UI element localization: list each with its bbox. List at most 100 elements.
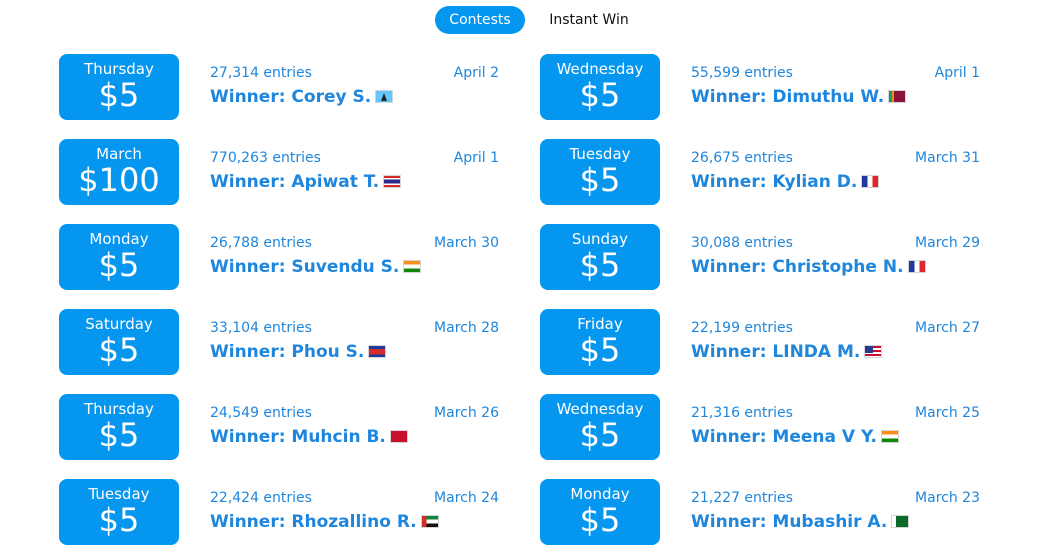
contest-prize-badge[interactable]: Thursday $5 bbox=[59, 394, 179, 460]
country-flag-icon bbox=[389, 430, 408, 443]
contest-prize-badge[interactable]: Thursday $5 bbox=[59, 54, 179, 120]
winner-link[interactable]: Winner: Corey S. bbox=[210, 86, 394, 108]
entries-count: 26,788 entries bbox=[210, 235, 312, 251]
winner-name: Winner: Phou S. bbox=[210, 342, 365, 362]
country-flag-icon bbox=[420, 515, 439, 528]
winner-link[interactable]: Winner: Meena V Y. bbox=[691, 426, 899, 448]
contest-row: Monday $5 26,788 entries March 30 Winner: Su… bbox=[0, 224, 1045, 290]
contest-card[interactable]: Thursday $5 24,549 entries March 26 Winner: … bbox=[59, 394, 501, 460]
contest-card[interactable]: March $100 770,263 entries April 1 Winner: A… bbox=[59, 139, 501, 205]
entries-count: 21,227 entries bbox=[691, 490, 793, 506]
country-flag-icon bbox=[368, 345, 387, 358]
winner-name: Winner: Kylian D. bbox=[691, 172, 858, 192]
contest-prize-badge[interactable]: March $100 bbox=[59, 139, 179, 205]
entries-count: 24,549 entries bbox=[210, 405, 312, 421]
winner-name: Winner: Dimuthu W. bbox=[691, 87, 885, 107]
contest-prize-amount: $5 bbox=[98, 501, 140, 539]
country-flag-icon bbox=[891, 515, 910, 528]
winner-link[interactable]: Winner: Apiwat T. bbox=[210, 171, 402, 193]
contest-date: April 1 bbox=[934, 65, 980, 81]
contest-row: Thursday $5 27,314 entries April 2 Winner: C… bbox=[0, 54, 1045, 120]
contest-date: March 30 bbox=[434, 235, 499, 251]
contest-card[interactable]: Saturday $5 33,104 entries March 28 Winner: … bbox=[59, 309, 501, 375]
contest-card[interactable]: Tuesday $5 26,675 entries March 31 Winner: K… bbox=[540, 139, 982, 205]
winner-name: Winner: Christophe N. bbox=[691, 257, 904, 277]
contest-prize-badge[interactable]: Friday $5 bbox=[540, 309, 660, 375]
winner-name: Winner: Apiwat T. bbox=[210, 172, 380, 192]
country-flag-icon bbox=[907, 260, 926, 273]
contest-card[interactable]: Thursday $5 27,314 entries April 2 Winner: C… bbox=[59, 54, 501, 120]
contest-prize-amount: $5 bbox=[98, 76, 140, 114]
winner-name: Winner: Corey S. bbox=[210, 87, 372, 107]
tab-bar: Contests Instant Win bbox=[0, 6, 1045, 34]
contest-prize-badge[interactable]: Monday $5 bbox=[540, 479, 660, 545]
winner-link[interactable]: Winner: LINDA M. bbox=[691, 341, 883, 363]
winner-link[interactable]: Winner: Rhozallino R. bbox=[210, 511, 439, 533]
contest-date: March 28 bbox=[434, 320, 499, 336]
contest-card[interactable]: Monday $5 26,788 entries March 30 Winner: Su… bbox=[59, 224, 501, 290]
contest-prize-amount: $5 bbox=[579, 416, 621, 454]
contest-prize-amount: $5 bbox=[579, 501, 621, 539]
contest-prize-amount: $5 bbox=[98, 331, 140, 369]
contest-prize-amount: $5 bbox=[579, 161, 621, 199]
contest-prize-amount: $5 bbox=[579, 76, 621, 114]
tab-instant-win[interactable]: Instant Win bbox=[540, 6, 638, 34]
contest-prize-badge[interactable]: Wednesday $5 bbox=[540, 54, 660, 120]
contest-prize-badge[interactable]: Sunday $5 bbox=[540, 224, 660, 290]
contest-prize-badge[interactable]: Wednesday $5 bbox=[540, 394, 660, 460]
contest-prize-badge[interactable]: Monday $5 bbox=[59, 224, 179, 290]
winner-link[interactable]: Winner: Muhcin B. bbox=[210, 426, 408, 448]
contest-prize-amount: $5 bbox=[579, 331, 621, 369]
country-flag-icon bbox=[864, 345, 883, 358]
contest-prize-badge[interactable]: Tuesday $5 bbox=[59, 479, 179, 545]
contest-card[interactable]: Wednesday $5 21,316 entries March 25 Winner:… bbox=[540, 394, 982, 460]
entries-count: 22,199 entries bbox=[691, 320, 793, 336]
winner-link[interactable]: Winner: Christophe N. bbox=[691, 256, 926, 278]
contest-prize-amount: $5 bbox=[98, 246, 140, 284]
winner-link[interactable]: Winner: Phou S. bbox=[210, 341, 387, 363]
contest-card[interactable]: Friday $5 22,199 entries March 27 Winner: LI… bbox=[540, 309, 982, 375]
winner-name: Winner: Suvendu S. bbox=[210, 257, 400, 277]
contest-prize-badge[interactable]: Tuesday $5 bbox=[540, 139, 660, 205]
contest-row: Thursday $5 24,549 entries March 26 Winner: … bbox=[0, 394, 1045, 460]
entries-count: 21,316 entries bbox=[691, 405, 793, 421]
contest-card[interactable]: Wednesday $5 55,599 entries April 1 Winner: … bbox=[540, 54, 982, 120]
contest-card[interactable]: Monday $5 21,227 entries March 23 Winner: Mu… bbox=[540, 479, 982, 545]
winner-link[interactable]: Winner: Mubashir A. bbox=[691, 511, 910, 533]
contest-date: April 1 bbox=[453, 150, 499, 166]
contest-card[interactable]: Sunday $5 30,088 entries March 29 Winner: Ch… bbox=[540, 224, 982, 290]
contest-row: Saturday $5 33,104 entries March 28 Winner: … bbox=[0, 309, 1045, 375]
winner-name: Winner: Mubashir A. bbox=[691, 512, 888, 532]
country-flag-icon bbox=[383, 175, 402, 188]
country-flag-icon bbox=[861, 175, 880, 188]
contest-date: March 31 bbox=[915, 150, 980, 166]
contest-row: March $100 770,263 entries April 1 Winner: A… bbox=[0, 139, 1045, 205]
winner-link[interactable]: Winner: Suvendu S. bbox=[210, 256, 422, 278]
entries-count: 30,088 entries bbox=[691, 235, 793, 251]
entries-count: 55,599 entries bbox=[691, 65, 793, 81]
winner-link[interactable]: Winner: Kylian D. bbox=[691, 171, 880, 193]
contest-row: Tuesday $5 22,424 entries March 24 Winner: R… bbox=[0, 479, 1045, 545]
contest-card[interactable]: Tuesday $5 22,424 entries March 24 Winner: R… bbox=[59, 479, 501, 545]
contest-date: March 26 bbox=[434, 405, 499, 421]
entries-count: 22,424 entries bbox=[210, 490, 312, 506]
entries-count: 26,675 entries bbox=[691, 150, 793, 166]
winner-name: Winner: Meena V Y. bbox=[691, 427, 877, 447]
entries-count: 33,104 entries bbox=[210, 320, 312, 336]
winner-name: Winner: Muhcin B. bbox=[210, 427, 386, 447]
winner-link[interactable]: Winner: Dimuthu W. bbox=[691, 86, 907, 108]
winner-name: Winner: Rhozallino R. bbox=[210, 512, 417, 532]
contest-prize-amount: $100 bbox=[78, 161, 160, 199]
country-flag-icon bbox=[403, 260, 422, 273]
entries-count: 27,314 entries bbox=[210, 65, 312, 81]
contest-date: April 2 bbox=[453, 65, 499, 81]
country-flag-icon bbox=[375, 90, 394, 103]
winner-name: Winner: LINDA M. bbox=[691, 342, 861, 362]
contest-date: March 24 bbox=[434, 490, 499, 506]
contest-prize-badge[interactable]: Saturday $5 bbox=[59, 309, 179, 375]
contest-date: March 27 bbox=[915, 320, 980, 336]
contest-prize-amount: $5 bbox=[98, 416, 140, 454]
country-flag-icon bbox=[880, 430, 899, 443]
entries-count: 770,263 entries bbox=[210, 150, 321, 166]
tab-contests[interactable]: Contests bbox=[435, 6, 525, 34]
